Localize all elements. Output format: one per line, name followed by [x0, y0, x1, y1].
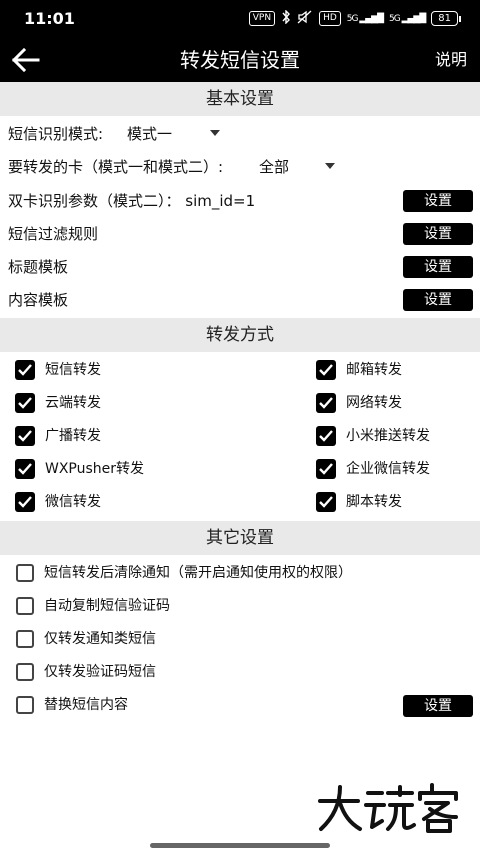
- title-template-set-button[interactable]: 设置: [403, 256, 473, 278]
- status-icons: VPN HD 5G ▂▄▆█ 5G ▂▄▆█ 81: [248, 9, 461, 27]
- other-option-copy-code[interactable]: 自动复制短信验证码: [16, 596, 170, 616]
- signal-icon-1: 5G ▂▄▆█: [346, 13, 384, 24]
- section-header-forward: 转发方式: [0, 318, 480, 352]
- sim-card-label: 要转发的卡（模式一和模式二）:: [8, 158, 224, 176]
- checkbox-unchecked-icon[interactable]: [16, 597, 34, 615]
- checkbox-unchecked-icon[interactable]: [16, 663, 34, 681]
- forward-option-label: 企业微信转发: [346, 461, 430, 477]
- other-option-label: 自动复制短信验证码: [44, 598, 170, 614]
- vpn-icon: VPN: [248, 11, 276, 26]
- checkbox-checked-icon[interactable]: [316, 459, 336, 479]
- chevron-down-icon: [325, 162, 336, 169]
- checkbox-checked-icon[interactable]: [15, 459, 35, 479]
- other-option-label: 短信转发后清除通知（需开启通知使用权的权限）: [44, 565, 352, 581]
- forward-option-label: 广播转发: [45, 428, 101, 444]
- status-bar: 11:01 VPN HD 5G ▂▄▆█ 5G ▂▄▆█ 81: [0, 0, 480, 38]
- title-template-label: 标题模板: [8, 258, 69, 276]
- home-indicator[interactable]: [150, 843, 330, 848]
- bluetooth-icon: [281, 9, 291, 27]
- recognition-mode-label: 短信识别模式:: [8, 125, 104, 143]
- chevron-down-icon: [210, 129, 221, 136]
- help-button[interactable]: 说明: [435, 48, 467, 72]
- sim-card-value: 全部: [259, 158, 290, 176]
- replace-content-set-button[interactable]: 设置: [403, 695, 473, 717]
- forward-option-mipush[interactable]: 小米推送转发: [316, 426, 430, 446]
- forward-option-label: 脚本转发: [346, 494, 402, 510]
- content-template-set-button[interactable]: 设置: [403, 289, 473, 311]
- other-option-clear-notification[interactable]: 短信转发后清除通知（需开启通知使用权的权限）: [16, 563, 352, 583]
- forward-option-script[interactable]: 脚本转发: [316, 492, 402, 512]
- dual-sim-set-button[interactable]: 设置: [403, 190, 473, 212]
- forward-option-cloud[interactable]: 云端转发: [15, 393, 101, 413]
- checkbox-checked-icon[interactable]: [316, 492, 336, 512]
- page-title: 转发短信设置: [180, 48, 300, 72]
- forward-option-broadcast[interactable]: 广播转发: [15, 426, 101, 446]
- back-arrow-icon[interactable]: [10, 44, 42, 76]
- other-option-notification-only[interactable]: 仅转发通知类短信: [16, 629, 156, 649]
- hd-icon: HD: [319, 11, 341, 26]
- forward-option-label: 微信转发: [45, 494, 101, 510]
- checkbox-checked-icon[interactable]: [316, 393, 336, 413]
- checkbox-unchecked-icon[interactable]: [16, 630, 34, 648]
- recognition-mode-select[interactable]: 模式一: [127, 122, 221, 146]
- forward-option-label: 邮箱转发: [346, 362, 402, 378]
- status-time: 11:01: [24, 9, 75, 28]
- forward-option-label: 网络转发: [346, 395, 402, 411]
- checkbox-checked-icon[interactable]: [15, 492, 35, 512]
- section-header-other: 其它设置: [0, 521, 480, 555]
- recognition-mode-value: 模式一: [127, 125, 173, 143]
- mute-icon: [297, 10, 313, 27]
- other-option-label: 仅转发通知类短信: [44, 631, 156, 647]
- other-option-code-only[interactable]: 仅转发验证码短信: [16, 662, 156, 682]
- forward-option-wxpusher[interactable]: WXPusher转发: [15, 459, 144, 479]
- forward-option-label: 小米推送转发: [346, 428, 430, 444]
- sim-card-select[interactable]: 全部: [259, 155, 336, 179]
- sms-filter-set-button[interactable]: 设置: [403, 223, 473, 245]
- checkbox-checked-icon[interactable]: [15, 393, 35, 413]
- dual-sim-param-label: 双卡识别参数（模式二）： sim_id=1: [8, 192, 256, 210]
- forward-option-network[interactable]: 网络转发: [316, 393, 402, 413]
- forward-option-wecom[interactable]: 企业微信转发: [316, 459, 430, 479]
- forward-option-label: 云端转发: [45, 395, 101, 411]
- sms-filter-label: 短信过滤规则: [8, 225, 99, 243]
- section-header-basic: 基本设置: [0, 82, 480, 116]
- signal-icon-2: 5G ▂▄▆█: [389, 13, 426, 24]
- forward-option-label: WXPusher转发: [45, 461, 145, 477]
- other-option-replace-content[interactable]: 替换短信内容: [16, 695, 128, 715]
- battery-icon: 81: [431, 11, 461, 26]
- forward-option-wechat[interactable]: 微信转发: [15, 492, 101, 512]
- checkbox-unchecked-icon[interactable]: [16, 696, 34, 714]
- title-bar: 转发短信设置 说明: [0, 38, 480, 82]
- checkbox-checked-icon[interactable]: [316, 426, 336, 446]
- other-option-label: 仅转发验证码短信: [44, 664, 156, 680]
- content-template-label: 内容模板: [8, 291, 69, 309]
- forward-option-label: 短信转发: [45, 362, 101, 378]
- checkbox-checked-icon[interactable]: [316, 360, 336, 380]
- checkbox-checked-icon[interactable]: [15, 360, 35, 380]
- other-option-label: 替换短信内容: [44, 697, 128, 713]
- forward-option-sms[interactable]: 短信转发: [15, 360, 101, 380]
- forward-option-email[interactable]: 邮箱转发: [316, 360, 402, 380]
- checkbox-checked-icon[interactable]: [15, 426, 35, 446]
- checkbox-unchecked-icon[interactable]: [16, 564, 34, 582]
- watermark-logo: [316, 783, 462, 833]
